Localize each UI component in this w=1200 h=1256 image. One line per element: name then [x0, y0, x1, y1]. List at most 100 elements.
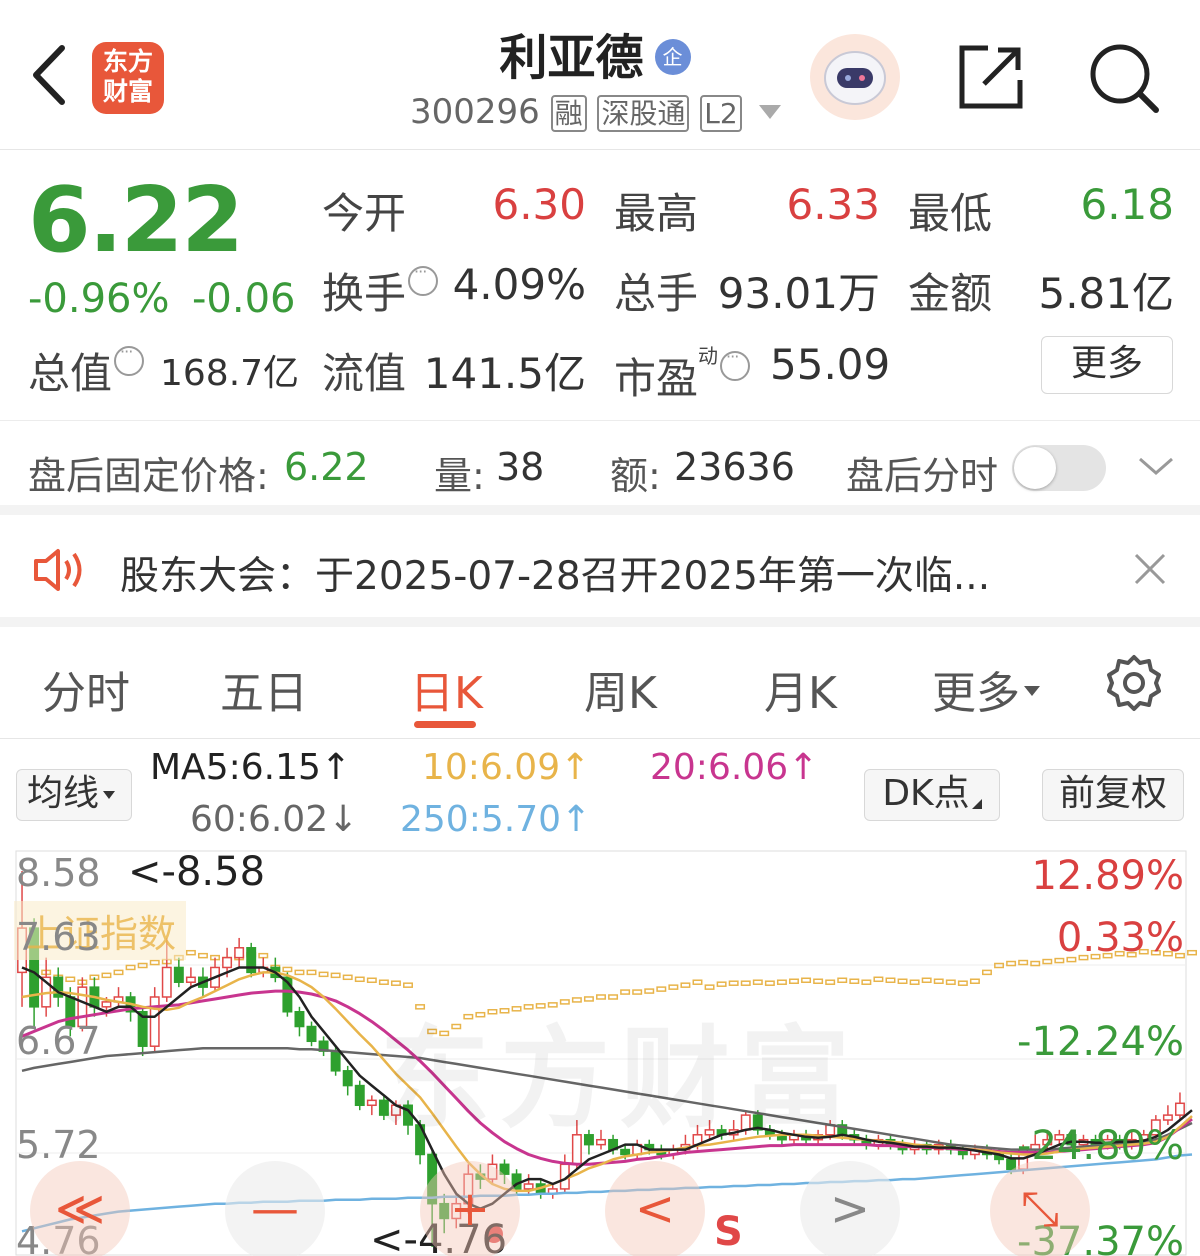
corner-triangle-icon [971, 799, 982, 809]
high-value: 6.33 [786, 180, 880, 229]
zoom-reset-button[interactable]: ≪ [30, 1161, 130, 1256]
index-bar [957, 980, 968, 986]
candle-body [354, 1084, 365, 1107]
index-bar [740, 980, 751, 986]
search-icon[interactable] [1086, 40, 1162, 116]
move-right-button[interactable]: > [800, 1161, 900, 1256]
candle-body [101, 1001, 112, 1008]
ma-selector-label: 均线 [27, 773, 100, 814]
more-quote-button[interactable]: 更多 [1041, 336, 1173, 394]
info-icon[interactable] [408, 262, 439, 296]
notice-bar[interactable]: 股东大会：于2025-07-28召开2025年第一次临... [0, 515, 1200, 627]
kline-chart[interactable]: 东方财富 上证指数 8.58 7.63 6.67 5.72 4.76 12.89… [0, 849, 1200, 1256]
after-chart-toggle[interactable] [1012, 445, 1106, 491]
index-bar [825, 979, 836, 985]
index-bar [789, 978, 799, 984]
tab-more-label: 更多 [932, 668, 1020, 719]
after-amount-label: 额: [610, 454, 661, 498]
amount-label: 金额 [908, 269, 993, 318]
stock-name: 利亚德 [499, 30, 644, 86]
index-bar [282, 966, 293, 973]
index-bar [1187, 949, 1198, 956]
mcap-label: 总值 [28, 340, 145, 401]
float-value: 141.5亿 [423, 349, 586, 398]
adjust-price-button[interactable]: 前复权 [1042, 769, 1184, 821]
index-bar [330, 972, 341, 979]
code-row[interactable]: 300296 融 深股通 L2 [410, 92, 781, 132]
candle-body [342, 1070, 353, 1087]
pe-value: 55.09 [770, 340, 891, 389]
dk-point-button[interactable]: DK点 [864, 769, 1000, 821]
volume-value: 93.01万 [717, 269, 880, 318]
candle-body [222, 956, 233, 969]
tab-intraday[interactable]: 分时 [42, 657, 130, 721]
after-volume-label: 量: [434, 454, 485, 498]
move-left-button[interactable]: < [605, 1161, 705, 1256]
stock-code: 300296 [410, 92, 540, 132]
tab-monthly-k[interactable]: 月K [764, 657, 837, 721]
zoom-out-button[interactable]: — [225, 1161, 325, 1256]
ma60-value: 60:6.02↓ [190, 799, 359, 840]
pct-label-2: 0.33% [1056, 915, 1184, 961]
tab-daily-k[interactable]: 日K [410, 657, 483, 721]
ma250-value: 250:5.70↑ [400, 799, 592, 840]
low-value: 6.18 [1080, 180, 1174, 229]
fullscreen-button[interactable]: ⤡ [990, 1161, 1090, 1256]
ma-selector[interactable]: 均线 [16, 769, 132, 821]
info-icon[interactable] [114, 342, 145, 376]
index-bar [65, 976, 76, 983]
index-bar [776, 979, 787, 985]
turnover-value: 4.09% [452, 260, 586, 309]
ma10-value: 10:6.09↑ [422, 747, 591, 788]
tab-five-day[interactable]: 五日 [220, 657, 308, 721]
index-bar [185, 949, 196, 956]
index-bar [390, 980, 401, 986]
candle-body [185, 976, 196, 983]
index-bar [354, 976, 365, 983]
index-bar [801, 977, 812, 984]
index-bar [318, 971, 329, 978]
y-label-4: 5.72 [16, 1123, 101, 1167]
candle-body [234, 947, 245, 959]
index-bar [764, 980, 775, 986]
index-bar [861, 979, 872, 985]
header-bar: 东方 财富 利亚德 企 300296 融 深股通 L2 [0, 0, 1200, 150]
candle-body [173, 966, 184, 983]
after-price-label: 盘后固定价格: [28, 454, 269, 498]
ma20-value: 20:6.06↑ [650, 747, 819, 788]
after-price-value: 6.22 [284, 445, 369, 489]
caret-down-icon [103, 791, 116, 799]
y-label-3: 6.67 [16, 1019, 101, 1063]
volume-label: 总手 [614, 269, 699, 318]
tab-weekly-k[interactable]: 周K [584, 657, 657, 721]
index-bar [1018, 959, 1029, 966]
pe-superscript: 动 [698, 344, 719, 368]
close-icon[interactable] [1132, 551, 1168, 587]
index-bar [885, 977, 896, 984]
y-label-top: 8.58 [16, 851, 101, 895]
candle-body [149, 996, 160, 1047]
tab-more[interactable]: 更多 [932, 657, 1040, 721]
pe-label: 市盈动 [614, 340, 751, 406]
y-label-2: 7.63 [16, 915, 101, 959]
index-bar [752, 979, 763, 985]
robot-assistant-icon[interactable] [810, 34, 900, 120]
chevron-down-icon[interactable] [1136, 451, 1176, 481]
toggle-knob [1014, 447, 1056, 489]
candle-body [620, 1148, 631, 1156]
index-bar [125, 964, 136, 971]
info-icon[interactable] [720, 347, 751, 381]
index-bar [1042, 958, 1053, 965]
index-bar [849, 978, 860, 984]
zoom-in-button[interactable]: + [420, 1161, 520, 1256]
index-bar [909, 979, 920, 985]
notice-text: 股东大会：于2025-07-28召开2025年第一次临... [120, 554, 991, 599]
share-icon[interactable] [956, 42, 1026, 112]
float-label: 流值 [322, 349, 407, 398]
candle-body [306, 1025, 317, 1043]
dropdown-arrow-icon[interactable] [758, 105, 781, 119]
index-bar [149, 959, 160, 966]
mcap-label-text: 总值 [28, 349, 113, 398]
settings-gear-icon[interactable] [1104, 653, 1164, 713]
index-bar [101, 972, 112, 979]
